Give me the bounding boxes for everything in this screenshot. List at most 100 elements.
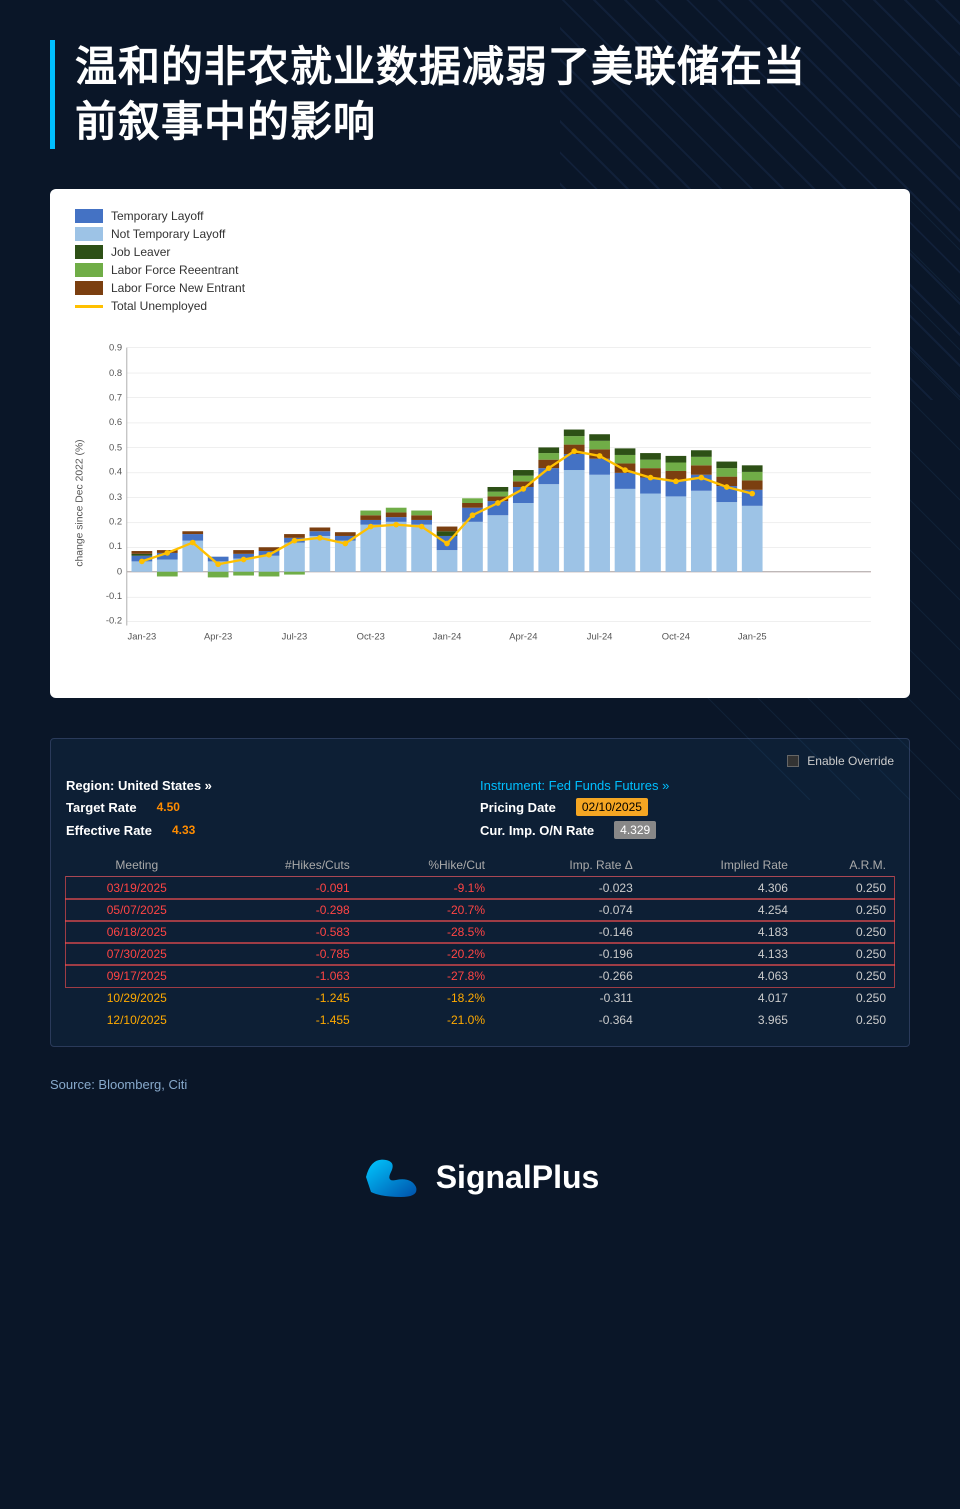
override-row: Enable Override: [66, 754, 894, 768]
chart-svg: change since Dec 2022 (%) 0.9 0.8 0.7 0.…: [75, 328, 885, 678]
svg-text:0.3: 0.3: [109, 491, 122, 502]
cell-implied-rate: 3.965: [641, 1009, 796, 1031]
svg-text:change since Dec 2022 (%): change since Dec 2022 (%): [75, 440, 86, 567]
cell-arm: 0.250: [796, 1009, 894, 1031]
col-hikes: #Hikes/Cuts: [208, 854, 358, 877]
cell-hikes-cuts: -0.785: [208, 943, 358, 965]
svg-text:Oct-24: Oct-24: [662, 631, 690, 642]
cell-implied-rate: 4.133: [641, 943, 796, 965]
table-row: 12/10/2025-1.455-21.0%-0.3643.9650.250: [66, 1009, 894, 1031]
chart-container: Temporary Layoff Not Temporary Layoff Jo…: [50, 189, 910, 698]
cell-meeting-date: 10/29/2025: [66, 987, 208, 1009]
region-label[interactable]: Region: United States »: [66, 778, 480, 793]
table-row: 03/19/2025-0.091-9.1%-0.0234.3060.250: [66, 877, 894, 900]
svg-text:Oct-23: Oct-23: [357, 631, 385, 642]
cell-arm: 0.250: [796, 921, 894, 943]
legend-label-total-unemployed: Total Unemployed: [111, 299, 207, 313]
svg-text:0.4: 0.4: [109, 466, 122, 477]
legend-color-job-leaver: [75, 245, 103, 259]
cell-meeting-date: 06/18/2025: [66, 921, 208, 943]
cell-meeting-date: 03/19/2025: [66, 877, 208, 900]
chart-svg-element: change since Dec 2022 (%) 0.9 0.8 0.7 0.…: [75, 328, 885, 678]
col-arm: A.R.M.: [796, 854, 894, 877]
cell-meeting-date: 12/10/2025: [66, 1009, 208, 1031]
fed-funds-table: Meeting #Hikes/Cuts %Hike/Cut Imp. Rate …: [66, 854, 894, 1031]
table-row: 05/07/2025-0.298-20.7%-0.0744.2540.250: [66, 899, 894, 921]
legend-label-temporary-layoff: Temporary Layoff: [111, 209, 204, 223]
cell-hikes-cuts: -1.455: [208, 1009, 358, 1031]
svg-text:Jan-25: Jan-25: [738, 631, 767, 642]
legend-label-not-temporary-layoff: Not Temporary Layoff: [111, 227, 225, 241]
cell-hikes-cuts: -0.298: [208, 899, 358, 921]
cell-hikes-cuts: -0.583: [208, 921, 358, 943]
effective-rate-value: 4.33: [172, 823, 195, 837]
cell-pct-hike: -28.5%: [358, 921, 493, 943]
table-row: 06/18/2025-0.583-28.5%-0.1464.1830.250: [66, 921, 894, 943]
cell-pct-hike: -21.0%: [358, 1009, 493, 1031]
legend-item-job-leaver: Job Leaver: [75, 245, 885, 259]
target-rate-label: Target Rate: [66, 800, 137, 815]
legend-item-total-unemployed: Total Unemployed: [75, 299, 885, 313]
svg-text:0.7: 0.7: [109, 392, 122, 403]
cell-implied-rate: 4.183: [641, 921, 796, 943]
cell-hikes-cuts: -1.063: [208, 965, 358, 987]
legend-color-not-temporary-layoff: [75, 227, 103, 241]
cell-implied-rate: 4.254: [641, 899, 796, 921]
fed-table-container: Enable Override Region: United States » …: [50, 738, 910, 1047]
cell-imp-delta: -0.023: [493, 877, 641, 900]
pricing-date-label: Pricing Date: [480, 800, 556, 815]
legend-item-labor-force-reeentrant: Labor Force Reeentrant: [75, 263, 885, 277]
effective-rate-label: Effective Rate: [66, 823, 152, 838]
cell-hikes-cuts: -1.245: [208, 987, 358, 1009]
cell-imp-delta: -0.364: [493, 1009, 641, 1031]
cell-imp-delta: -0.146: [493, 921, 641, 943]
col-pct: %Hike/Cut: [358, 854, 493, 877]
logo-section: SignalPlus: [50, 1132, 910, 1222]
legend-color-temporary-layoff: [75, 209, 103, 223]
svg-text:Apr-23: Apr-23: [204, 631, 232, 642]
legend-line-total-unemployed: [75, 305, 103, 308]
cell-imp-delta: -0.074: [493, 899, 641, 921]
cell-arm: 0.250: [796, 877, 894, 900]
svg-text:Jan-23: Jan-23: [127, 631, 156, 642]
col-implied-rate: Implied Rate: [641, 854, 796, 877]
page-title: 温和的非农就业数据减弱了美联储在当 前叙事中的影响: [75, 40, 910, 149]
legend-label-labor-force-new-entrant: Labor Force New Entrant: [111, 281, 245, 295]
col-meeting: Meeting: [66, 854, 208, 877]
cur-imp-value: 4.329: [614, 821, 656, 839]
cell-imp-delta: -0.196: [493, 943, 641, 965]
title-section: 温和的非农就业数据减弱了美联储在当 前叙事中的影响: [50, 40, 910, 149]
legend-item-temporary-layoff: Temporary Layoff: [75, 209, 885, 223]
cell-implied-rate: 4.017: [641, 987, 796, 1009]
chart-legend: Temporary Layoff Not Temporary Layoff Jo…: [75, 209, 885, 313]
instrument-label[interactable]: Instrument: Fed Funds Futures »: [480, 778, 894, 793]
svg-text:0.5: 0.5: [109, 441, 122, 452]
page-container: 温和的非农就业数据减弱了美联储在当 前叙事中的影响 Temporary Layo…: [0, 0, 960, 1262]
cell-arm: 0.250: [796, 987, 894, 1009]
legend-label-job-leaver: Job Leaver: [111, 245, 170, 259]
svg-text:0: 0: [117, 566, 122, 577]
legend-label-labor-force-reeentrant: Labor Force Reeentrant: [111, 263, 238, 277]
cell-meeting-date: 07/30/2025: [66, 943, 208, 965]
cell-pct-hike: -27.8%: [358, 965, 493, 987]
svg-text:Apr-24: Apr-24: [509, 631, 537, 642]
svg-text:0.9: 0.9: [109, 342, 122, 353]
cur-imp-label: Cur. Imp. O/N Rate: [480, 823, 594, 838]
override-checkbox[interactable]: [787, 755, 799, 767]
svg-text:0.2: 0.2: [109, 516, 122, 527]
svg-text:-0.1: -0.1: [106, 590, 122, 601]
svg-text:0.1: 0.1: [109, 540, 122, 551]
cell-pct-hike: -18.2%: [358, 987, 493, 1009]
svg-text:Jan-24: Jan-24: [433, 631, 462, 642]
override-label: Enable Override: [807, 754, 894, 768]
info-grid: Region: United States » Instrument: Fed …: [66, 778, 894, 839]
legend-item-not-temporary-layoff: Not Temporary Layoff: [75, 227, 885, 241]
cell-arm: 0.250: [796, 965, 894, 987]
cell-implied-rate: 4.306: [641, 877, 796, 900]
legend-color-labor-force-new-entrant: [75, 281, 103, 295]
cell-hikes-cuts: -0.091: [208, 877, 358, 900]
source-text: Source: Bloomberg, Citi: [50, 1077, 910, 1092]
cell-imp-delta: -0.311: [493, 987, 641, 1009]
cell-arm: 0.250: [796, 943, 894, 965]
cell-pct-hike: -9.1%: [358, 877, 493, 900]
